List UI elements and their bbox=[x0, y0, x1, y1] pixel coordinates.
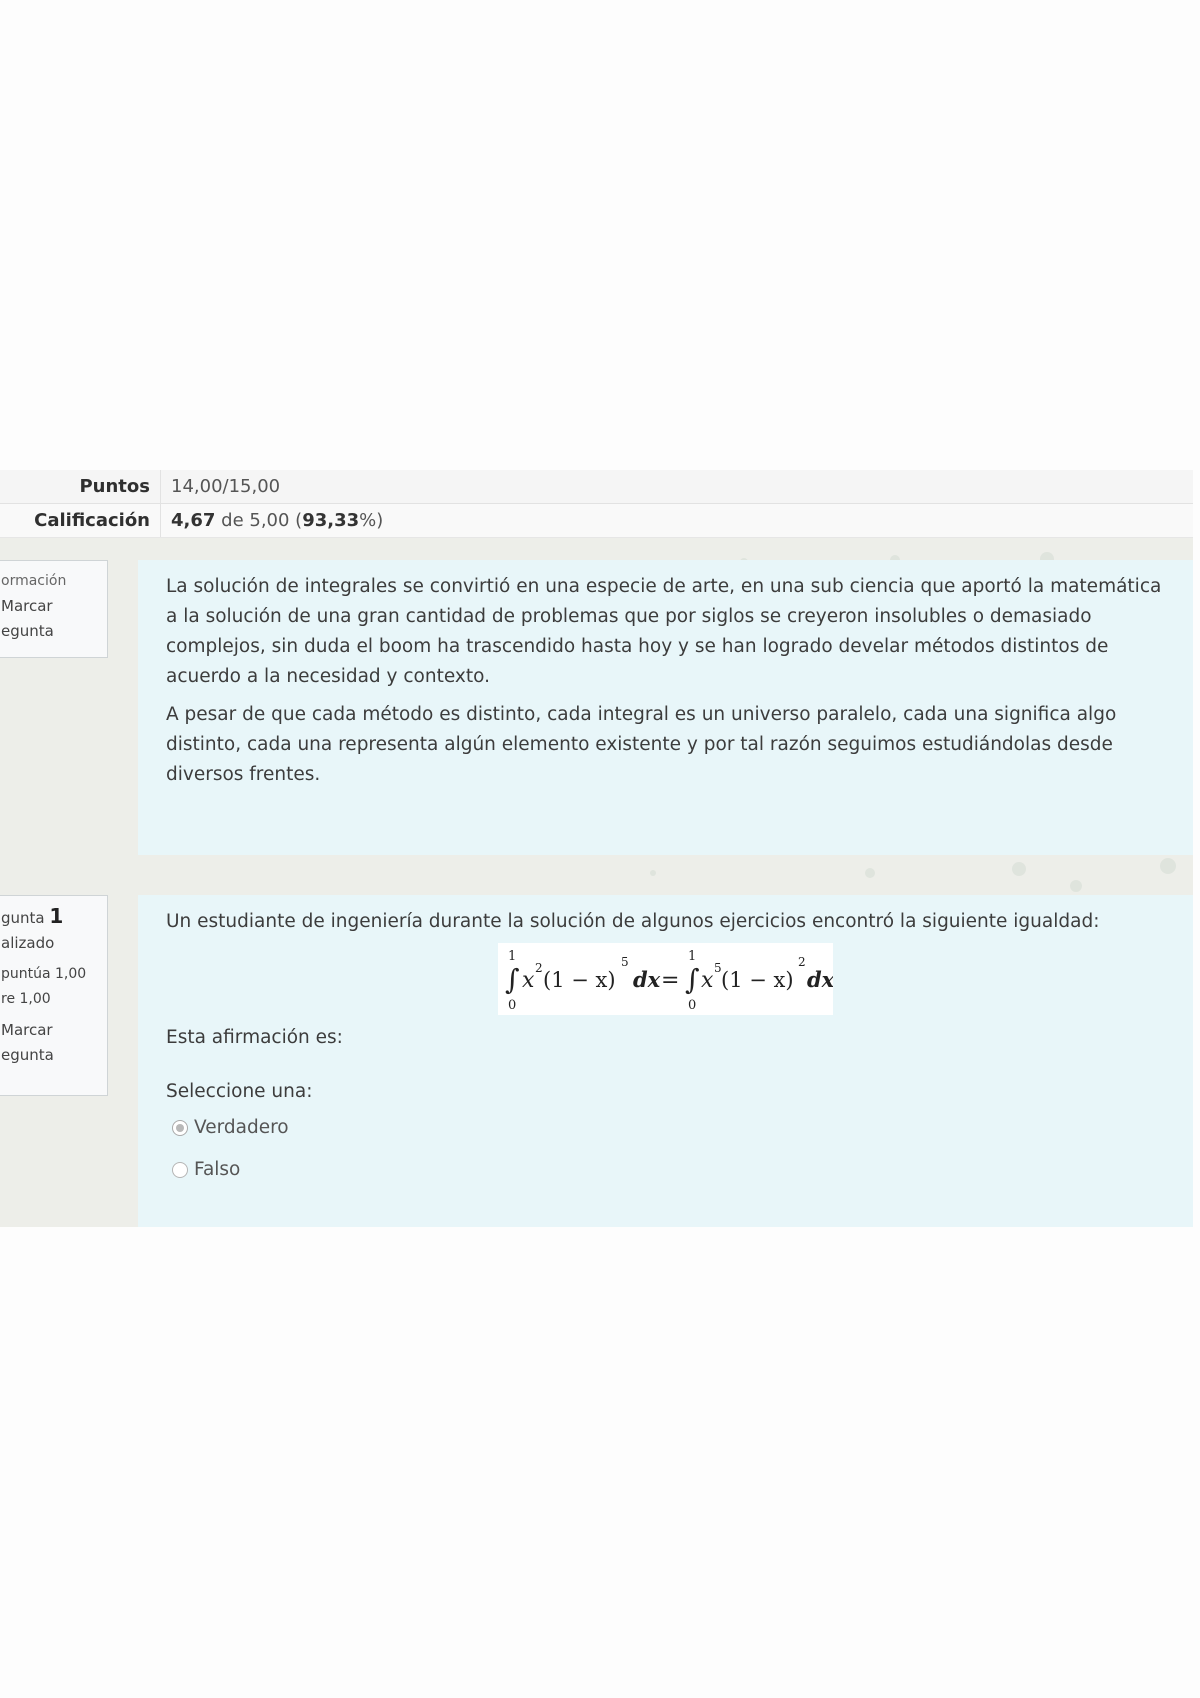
background-dot bbox=[1160, 858, 1176, 874]
left-dx: dx bbox=[633, 967, 661, 992]
background-dot bbox=[1070, 880, 1082, 892]
info-content-panel: La solución de integrales se convirtió e… bbox=[138, 560, 1193, 855]
left-upper-limit: 1 bbox=[508, 949, 516, 964]
info-status: ormación bbox=[1, 573, 67, 589]
summary-row-grade: Calificación 4,67 de 5,00 (93,33%) bbox=[0, 504, 1193, 538]
info-paragraph-1: La solución de integrales se convirtió e… bbox=[166, 576, 1162, 687]
answer-option-false[interactable]: Falso bbox=[166, 1149, 1165, 1191]
quiz-review-screenshot: Puntos 14,00/15,00 Calificación 4,67 de … bbox=[0, 470, 1193, 1227]
left-parenthesis-exponent: 5 bbox=[621, 955, 629, 969]
info-block-sidebar: ormación Marcar egunta bbox=[0, 560, 108, 658]
question-content-panel: Un estudiante de ingeniería durante la s… bbox=[138, 895, 1193, 1227]
summary-row-points: Puntos 14,00/15,00 bbox=[0, 470, 1193, 504]
grade-of: de 5,00 ( bbox=[215, 510, 303, 531]
question-heading: gunta 1 bbox=[1, 904, 107, 931]
info-paragraph-2: A pesar de que cada método es distinto, … bbox=[166, 704, 1117, 785]
question-number: 1 bbox=[49, 904, 64, 928]
question-info-sidebar: gunta 1 alizado puntúa 1,00 re 1,00 Marc… bbox=[0, 895, 108, 1096]
flag-label-2: egunta bbox=[1, 622, 54, 640]
background-dot bbox=[1012, 862, 1026, 876]
background-dot bbox=[650, 870, 656, 876]
option-label-true: Verdadero bbox=[194, 1117, 289, 1138]
question-label: gunta bbox=[1, 909, 45, 927]
radio-false[interactable] bbox=[172, 1162, 188, 1178]
grade-value: 4,67 de 5,00 (93,33%) bbox=[160, 504, 383, 537]
left-x: x bbox=[522, 968, 535, 993]
grade-score: 4,67 bbox=[171, 510, 216, 531]
left-parenthesis: (1 − x) bbox=[543, 968, 616, 992]
question-score-2: re 1,00 bbox=[1, 991, 51, 1007]
left-integral-sign: ∫ bbox=[505, 963, 520, 996]
equals-sign: = bbox=[661, 968, 679, 993]
background-dot bbox=[865, 868, 875, 878]
right-upper-limit: 1 bbox=[688, 949, 696, 964]
right-integral-sign: ∫ bbox=[685, 963, 700, 996]
grade-label: Calificación bbox=[34, 510, 150, 531]
answer-option-true[interactable]: Verdadero bbox=[166, 1107, 1165, 1149]
select-prompt: Seleccione una: bbox=[166, 1081, 313, 1102]
points-label: Puntos bbox=[79, 476, 150, 497]
right-lower-limit: 0 bbox=[688, 998, 696, 1013]
left-x-exponent: 2 bbox=[535, 961, 543, 975]
question-flag-label-1: Marcar bbox=[1, 1021, 53, 1039]
radio-true[interactable] bbox=[172, 1120, 188, 1136]
flag-question-link[interactable]: Marcar bbox=[1, 594, 107, 619]
question-text: Un estudiante de ingeniería durante la s… bbox=[166, 911, 1100, 932]
question-flag-label-2: egunta bbox=[1, 1046, 54, 1064]
integral-equation-image: 1 ∫ 0 x 2 (1 − x) 5 dx = 1 ∫ 0 x 5 (1 − … bbox=[498, 943, 833, 1015]
right-parenthesis-exponent: 2 bbox=[798, 955, 806, 969]
question-statement: Esta afirmación es: bbox=[166, 1027, 343, 1048]
right-x: x bbox=[701, 968, 714, 993]
flag-label-1: Marcar bbox=[1, 597, 53, 615]
points-value: 14,00/15,00 bbox=[160, 470, 280, 503]
question-state: alizado bbox=[1, 934, 55, 952]
option-label-false: Falso bbox=[194, 1159, 241, 1180]
left-lower-limit: 0 bbox=[508, 998, 516, 1013]
question-score-1: puntúa 1,00 bbox=[1, 966, 87, 982]
question-flag-link[interactable]: Marcar bbox=[1, 1018, 107, 1043]
right-dx: dx bbox=[807, 967, 833, 992]
attempt-summary-table: Puntos 14,00/15,00 Calificación 4,67 de … bbox=[0, 470, 1193, 538]
grade-percent-end: %) bbox=[359, 510, 384, 531]
right-parenthesis: (1 − x) bbox=[721, 968, 794, 992]
grade-percent: 93,33 bbox=[302, 510, 360, 531]
